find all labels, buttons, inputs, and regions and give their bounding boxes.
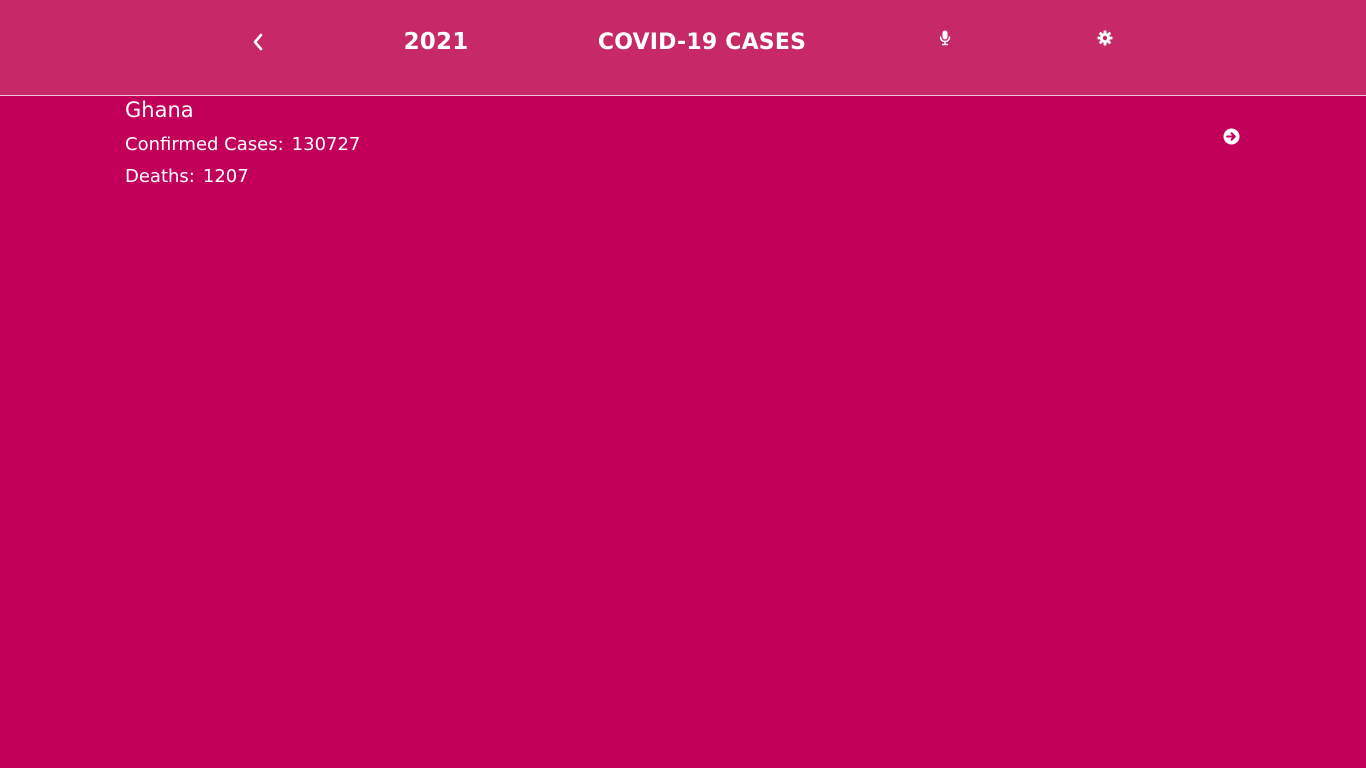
country-name: Ghana <box>125 98 194 122</box>
chevron-left-icon <box>252 33 264 51</box>
confirmed-cases-label: Confirmed Cases: <box>125 134 284 155</box>
deaths-label: Deaths: <box>125 166 195 187</box>
year-label: 2021 <box>403 29 469 55</box>
confirmed-cases-value: 130727 <box>291 134 361 155</box>
settings-button[interactable] <box>1085 0 1125 80</box>
confirmed-cases-row: Confirmed Cases: 130727 <box>125 134 360 155</box>
country-card[interactable]: Ghana Confirmed Cases: 130727 Deaths: 1207 <box>125 96 1255 196</box>
page-title: COVID-19 CASES <box>597 29 807 55</box>
deaths-row: Deaths: 1207 <box>125 166 249 187</box>
app-header: 2021 COVID-19 CASES <box>0 0 1366 96</box>
gear-icon <box>1097 30 1113 46</box>
deaths-value: 1207 <box>202 166 249 187</box>
microphone-icon <box>939 30 951 46</box>
voice-search-button[interactable] <box>925 0 965 80</box>
country-detail-button[interactable] <box>1223 128 1243 148</box>
back-button[interactable] <box>238 0 278 84</box>
arrow-circle-right-icon <box>1223 128 1243 145</box>
